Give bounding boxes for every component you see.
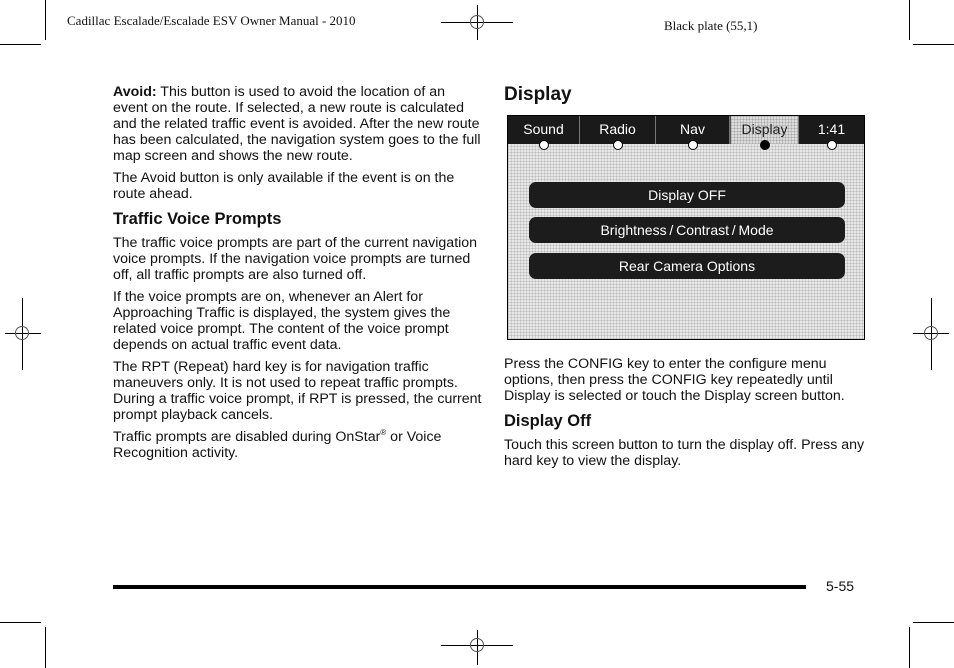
tab-clock[interactable]: 1:41 (799, 116, 864, 150)
crop-mark-top-left-h (0, 44, 41, 45)
rear-camera-options-button[interactable]: Rear Camera Options (529, 253, 845, 279)
display-screen-illustration: Sound Radio Nav Display 1:41 Display OFF… (507, 115, 865, 340)
tab-indicator-dot-active (759, 140, 770, 150)
crop-mark-bottom-left-v (45, 627, 46, 668)
tab-display[interactable]: Display (730, 116, 799, 150)
screen-tab-bar: Sound Radio Nav Display 1:41 (508, 116, 864, 150)
tab-indicator-dot (612, 140, 623, 150)
traffic-paragraph-2: If the voice prompts are on, whenever an… (113, 289, 451, 353)
crop-mark-top-right-h (913, 44, 954, 45)
crop-mark-bottom-left-h (0, 622, 41, 623)
traffic-paragraph-1: The traffic voice prompts are part of th… (113, 235, 478, 283)
tab-sound[interactable]: Sound (508, 116, 580, 150)
tab-indicator-dot (538, 140, 549, 150)
plate-label: Black plate (55,1) (664, 18, 758, 33)
display-off-button[interactable]: Display OFF (529, 182, 845, 208)
tab-indicator-dot (826, 140, 837, 150)
crop-mark-bottom-right-h (913, 622, 954, 623)
crop-mark-top-left-v (45, 0, 46, 40)
traffic-voice-prompts-heading: Traffic Voice Prompts (113, 210, 282, 228)
avoid-label: Avoid: (113, 84, 157, 100)
left-column: Avoid: This button is used to avoid the … (113, 84, 483, 467)
traffic-paragraph-4: Traffic prompts are disabled during OnSt… (113, 428, 442, 462)
tab-nav[interactable]: Nav (656, 116, 730, 150)
avoid-note: The Avoid button is only available if th… (113, 170, 455, 202)
display-off-paragraph: Touch this screen button to turn the dis… (504, 437, 865, 469)
right-column-top: Display (504, 84, 874, 116)
traffic-paragraph-3: The RPT (Repeat) hard key is for navigat… (113, 359, 482, 423)
right-column-bottom: Press the CONFIG key to enter the config… (504, 356, 874, 475)
display-off-heading: Display Off (504, 412, 592, 430)
crop-mark-top-right-v (909, 0, 910, 40)
tab-indicator-dot (687, 140, 698, 150)
avoid-text: This button is used to avoid the locatio… (113, 84, 481, 164)
manual-title: Cadillac Escalade/Escalade ESV Owner Man… (67, 13, 356, 28)
display-heading: Display (504, 84, 572, 105)
crop-mark-bottom-right-v (909, 627, 910, 668)
page-number: 5-55 (826, 578, 855, 594)
config-paragraph: Press the CONFIG key to enter the config… (504, 356, 845, 404)
footer-rule (113, 585, 806, 589)
tab-radio[interactable]: Radio (580, 116, 656, 150)
avoid-paragraph: Avoid: This button is used to avoid the … (113, 84, 483, 164)
brightness-contrast-mode-button[interactable]: Brightness / Contrast / Mode (529, 217, 845, 243)
